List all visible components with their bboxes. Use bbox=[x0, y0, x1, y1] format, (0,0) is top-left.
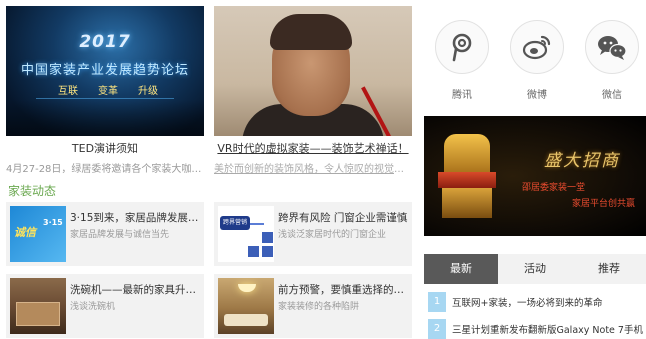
feature-subtitle: 4月27-28日，绿居委将邀请各个家装大咖为… bbox=[6, 164, 204, 175]
thumb-shape bbox=[16, 302, 60, 326]
poster-keyword: 升级 bbox=[138, 86, 158, 97]
thumb-text: 跨界营销 bbox=[223, 219, 248, 226]
throne-seat bbox=[438, 172, 496, 188]
news-thumbnail[interactable] bbox=[10, 278, 66, 334]
news-title[interactable]: 洗碗机——最新的家具升级热 bbox=[70, 282, 200, 297]
investment-banner[interactable]: 盛大招商 邵居委家装一堂 家居平台创共赢 bbox=[424, 116, 646, 236]
list-item[interactable]: 2 三星计划重新发布翻新版Galaxy Note 7手机 bbox=[424, 317, 646, 339]
share-label: 微信 bbox=[602, 90, 622, 101]
news-desc: 家居品牌发展与诚信当先 bbox=[70, 230, 170, 240]
thumb-shape bbox=[250, 223, 264, 225]
throne-illustration bbox=[438, 134, 496, 220]
wechat-icon[interactable] bbox=[585, 20, 639, 74]
tab-latest[interactable]: 最新 bbox=[424, 254, 498, 284]
forum-poster-image[interactable]: 2017 中国家装产业发展趋势论坛 互联 变革 升级 bbox=[6, 6, 204, 136]
tencent-icon[interactable] bbox=[435, 20, 489, 74]
news-item[interactable]: 前方预警，要慎重选择的几… 家装装修的各种陷阱 bbox=[214, 274, 412, 338]
news-thumbnail[interactable]: 诚信 3·15 bbox=[10, 206, 66, 262]
list-number: 2 bbox=[428, 319, 446, 339]
share-weibo[interactable]: 微博 bbox=[509, 20, 565, 101]
news-thumbnail[interactable] bbox=[218, 278, 274, 334]
thumb-shape bbox=[262, 232, 273, 243]
news-title[interactable]: 前方预警，要慎重选择的几… bbox=[278, 282, 408, 297]
speaker-portrait-image[interactable] bbox=[214, 6, 412, 136]
news-desc: 浅谈泛家居时代的门窗企业 bbox=[278, 230, 387, 240]
feature-card-forum[interactable]: 2017 中国家装产业发展趋势论坛 互联 变革 升级 TED演讲须知 4月27-… bbox=[6, 6, 204, 175]
poster-title: 中国家装产业发展趋势论坛 bbox=[20, 63, 189, 78]
tab-events[interactable]: 活动 bbox=[498, 254, 572, 284]
feature-caption[interactable]: VR时代的虚拟家装——装饰艺术禅话！ bbox=[214, 140, 412, 156]
news-desc: 家装装修的各种陷阱 bbox=[278, 302, 360, 312]
news-item[interactable]: 洗碗机——最新的家具升级热 浅谈洗碗机 bbox=[6, 274, 204, 338]
poster-year: 2017 bbox=[79, 32, 131, 52]
feature-card-vr[interactable]: VR时代的虚拟家装——装饰艺术禅话！ 美於而创新的装饰风格，令人惊叹的视觉效… bbox=[214, 6, 412, 175]
thumb-shape bbox=[238, 284, 256, 292]
thumb-shape bbox=[262, 246, 273, 257]
feature-caption[interactable]: TED演讲须知 bbox=[6, 140, 204, 156]
list-text[interactable]: 互联网+家装，一场必将到来的革命 bbox=[452, 295, 646, 309]
share-wechat[interactable]: 微信 bbox=[584, 20, 640, 101]
list-number: 1 bbox=[428, 292, 446, 312]
news-item[interactable]: 跨界营销 跨界有风险 门窗企业需谨慎 浅谈泛家居时代的门窗企业 bbox=[214, 202, 412, 266]
thumb-shape bbox=[224, 314, 268, 326]
share-label: 微博 bbox=[527, 90, 547, 101]
news-item[interactable]: 诚信 3·15 3·15到来，家居品牌发展… 家居品牌发展与诚信当先 bbox=[6, 202, 204, 266]
throne-back bbox=[444, 134, 490, 174]
banner-headline: 盛大招商 bbox=[544, 151, 620, 171]
news-title[interactable]: 3·15到来，家居品牌发展… bbox=[70, 210, 200, 225]
banner-line: 邵居委家装一堂 bbox=[522, 183, 586, 193]
news-title[interactable]: 跨界有风险 门窗企业需谨慎 bbox=[278, 210, 408, 225]
share-label: 腾讯 bbox=[452, 90, 472, 101]
share-tencent[interactable]: 腾讯 bbox=[434, 20, 490, 101]
poster-keyword: 变革 bbox=[98, 86, 118, 97]
list-item[interactable]: 1 互联网+家装，一场必将到来的革命 bbox=[424, 290, 646, 314]
thumb-shape bbox=[248, 246, 259, 257]
portrait-hair bbox=[270, 14, 352, 50]
news-desc: 浅谈洗碗机 bbox=[70, 302, 116, 312]
list-text[interactable]: 三星计划重新发布翻新版Galaxy Note 7手机 bbox=[452, 322, 646, 336]
tab-recommended[interactable]: 推荐 bbox=[572, 254, 646, 284]
thumb-text: 诚信 bbox=[14, 226, 36, 239]
poster-shade bbox=[6, 100, 204, 136]
news-tabs: 最新 活动 推荐 bbox=[424, 254, 646, 284]
banner-line: 家居平台创共赢 bbox=[572, 199, 636, 209]
poster-keyword: 互联 bbox=[58, 86, 78, 97]
news-thumbnail[interactable]: 跨界营销 bbox=[218, 206, 274, 262]
throne-base bbox=[442, 188, 492, 218]
weibo-icon[interactable] bbox=[510, 20, 564, 74]
thumb-text: 3·15 bbox=[43, 218, 63, 227]
feature-subtitle[interactable]: 美於而创新的装饰风格，令人惊叹的视觉效… bbox=[214, 160, 412, 175]
section-title-home-news: 家装动态 bbox=[8, 184, 57, 198]
